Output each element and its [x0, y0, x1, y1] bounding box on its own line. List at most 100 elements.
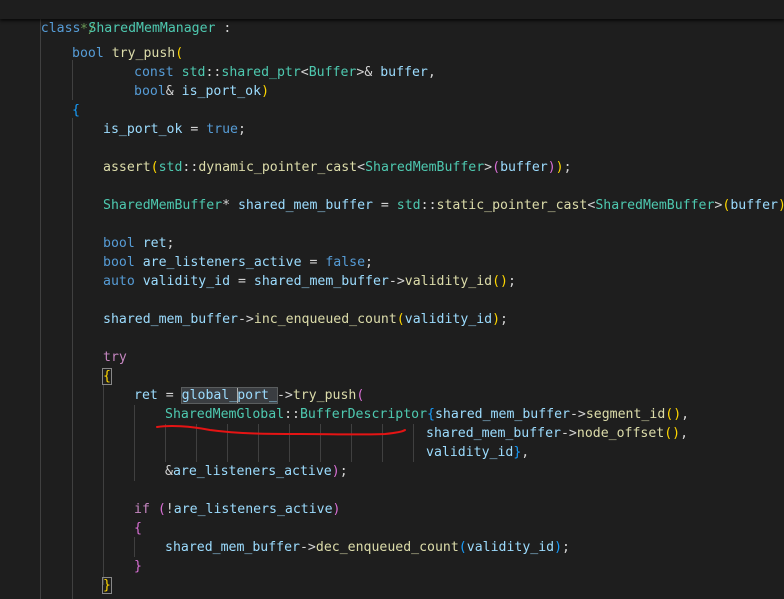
code-line[interactable]: if (!are_listeners_active) [134, 500, 341, 519]
code-token: shared_mem_buffer [426, 426, 561, 441]
code-line[interactable]: assert(std::dynamic_pointer_cast<SharedM… [103, 158, 572, 177]
code-token: ; [339, 464, 348, 479]
code-token: are_listeners_active [173, 502, 333, 517]
code-line[interactable]: shared_mem_buffer->dec_enqueued_count(va… [165, 538, 570, 557]
code-token: validity_id [142, 274, 231, 289]
indent-guide [40, 19, 41, 599]
code-token: ret [142, 236, 167, 251]
code-line[interactable]: } [102, 576, 112, 595]
code-token: ) [332, 502, 341, 517]
indent-guide [72, 60, 73, 100]
code-token: = [372, 198, 397, 213]
code-token: , [427, 65, 436, 80]
code-line[interactable]: shared_mem_buffer->node_offset(), [426, 424, 688, 443]
code-token: } [134, 559, 142, 574]
code-line[interactable]: shared_mem_buffer->inc_enqueued_count(va… [103, 310, 508, 329]
code-line[interactable]: is_port_ok = true; [103, 120, 246, 139]
code-line[interactable]: } [134, 557, 142, 576]
code-token: std [181, 65, 206, 80]
code-token: & [165, 84, 182, 99]
code-token: shared_mem_buffer [237, 198, 373, 213]
code-token: auto [103, 274, 135, 289]
code-token: buffer [380, 65, 428, 80]
code-token: -> [388, 274, 405, 289]
code-line[interactable]: try [103, 348, 127, 367]
code-token: std [158, 160, 183, 175]
code-line[interactable]: validity_id}, [426, 443, 529, 462]
code-line[interactable]: bool& is_port_ok) [134, 82, 269, 101]
code-token: :: [205, 65, 222, 80]
code-token: validity_id [404, 312, 493, 327]
code-line[interactable]: &are_listeners_active); [165, 462, 348, 481]
code-token: static_pointer_cast [436, 198, 588, 213]
code-token: () [492, 274, 508, 289]
indent-guide [134, 405, 135, 481]
code-editor[interactable]: */bool try_push(const std::shared_ptr<Bu… [0, 0, 784, 599]
code-token: ( [356, 388, 365, 403]
code-token: shared_ptr [221, 65, 301, 80]
code-token: ; [238, 122, 246, 137]
code-token: try [103, 350, 127, 365]
code-line[interactable]: bool are_listeners_active = false; [103, 253, 373, 272]
code-token: shared_mem_buffer [103, 312, 238, 327]
code-token: is_port_ok [181, 84, 262, 99]
code-token: if [134, 502, 150, 517]
code-line[interactable]: { [134, 519, 142, 538]
code-token: ; [365, 255, 373, 270]
code-token: -> [569, 407, 586, 422]
code-line[interactable]: const std::shared_ptr<Buffer>& buffer, [134, 63, 436, 82]
indent-guide [320, 424, 321, 462]
code-token: validity_id [466, 540, 555, 555]
code-token: = [157, 388, 182, 403]
code-token: ( [157, 502, 166, 517]
code-token: are_listeners_active [172, 464, 332, 479]
code-token: Buffer [308, 65, 357, 80]
code-line[interactable]: { [72, 101, 80, 120]
code-token: segment_id [585, 407, 666, 422]
code-token: ) [261, 84, 270, 99]
code-token: ; [563, 160, 572, 175]
indent-guide [382, 424, 383, 462]
code-token: * [222, 198, 238, 213]
code-token: -> [560, 426, 577, 441]
code-token: bool [103, 236, 135, 251]
code-token: ( [458, 540, 467, 555]
code-token: -> [299, 540, 316, 555]
code-token: ) [554, 540, 563, 555]
sticky-class-declaration[interactable]: class SharedMemManager : [9, 0, 232, 57]
code-token: const [134, 65, 174, 80]
code-token: { [427, 407, 435, 422]
code-token: ; [508, 274, 516, 289]
indent-guide [103, 385, 104, 585]
code-token: () [665, 407, 682, 422]
code-token: { [72, 103, 80, 118]
code-token: inc_enqueued_count [253, 312, 397, 327]
code-line[interactable]: bool ret; [103, 234, 175, 253]
code-token: ; [500, 312, 508, 327]
code-token: > [484, 160, 493, 175]
code-token: validity_id [404, 274, 493, 289]
code-line[interactable]: SharedMemBuffer* shared_mem_buffer = std… [103, 196, 784, 215]
code-token: , [681, 407, 690, 422]
sticky-scroll-header[interactable]: class SharedMemManager : [0, 0, 784, 36]
code-token: { [134, 521, 142, 536]
code-token: ) [492, 312, 501, 327]
code-token: std [396, 198, 421, 213]
code-token: ) [331, 464, 340, 479]
selected-token-global-port: global_port_ [180, 387, 278, 404]
code-token: ! [165, 502, 174, 517]
code-token: = [230, 274, 254, 289]
sticky-class-name: SharedMemManager [88, 21, 216, 36]
code-token: :: [420, 198, 437, 213]
code-token: ( [492, 160, 501, 175]
code-token: buffer [730, 198, 778, 213]
code-line[interactable]: auto validity_id = shared_mem_buffer->va… [103, 272, 516, 291]
code-token: SharedMemGlobal [165, 407, 285, 422]
code-token: ( [396, 312, 405, 327]
code-token: ) [555, 160, 564, 175]
code-line[interactable]: { [102, 367, 112, 386]
code-line[interactable]: ret = global_port_->try_push( [134, 386, 364, 405]
code-token: SharedMemBuffer [103, 198, 223, 213]
code-token: ) [547, 160, 556, 175]
code-line[interactable]: SharedMemGlobal::BufferDescriptor{shared… [165, 405, 689, 424]
